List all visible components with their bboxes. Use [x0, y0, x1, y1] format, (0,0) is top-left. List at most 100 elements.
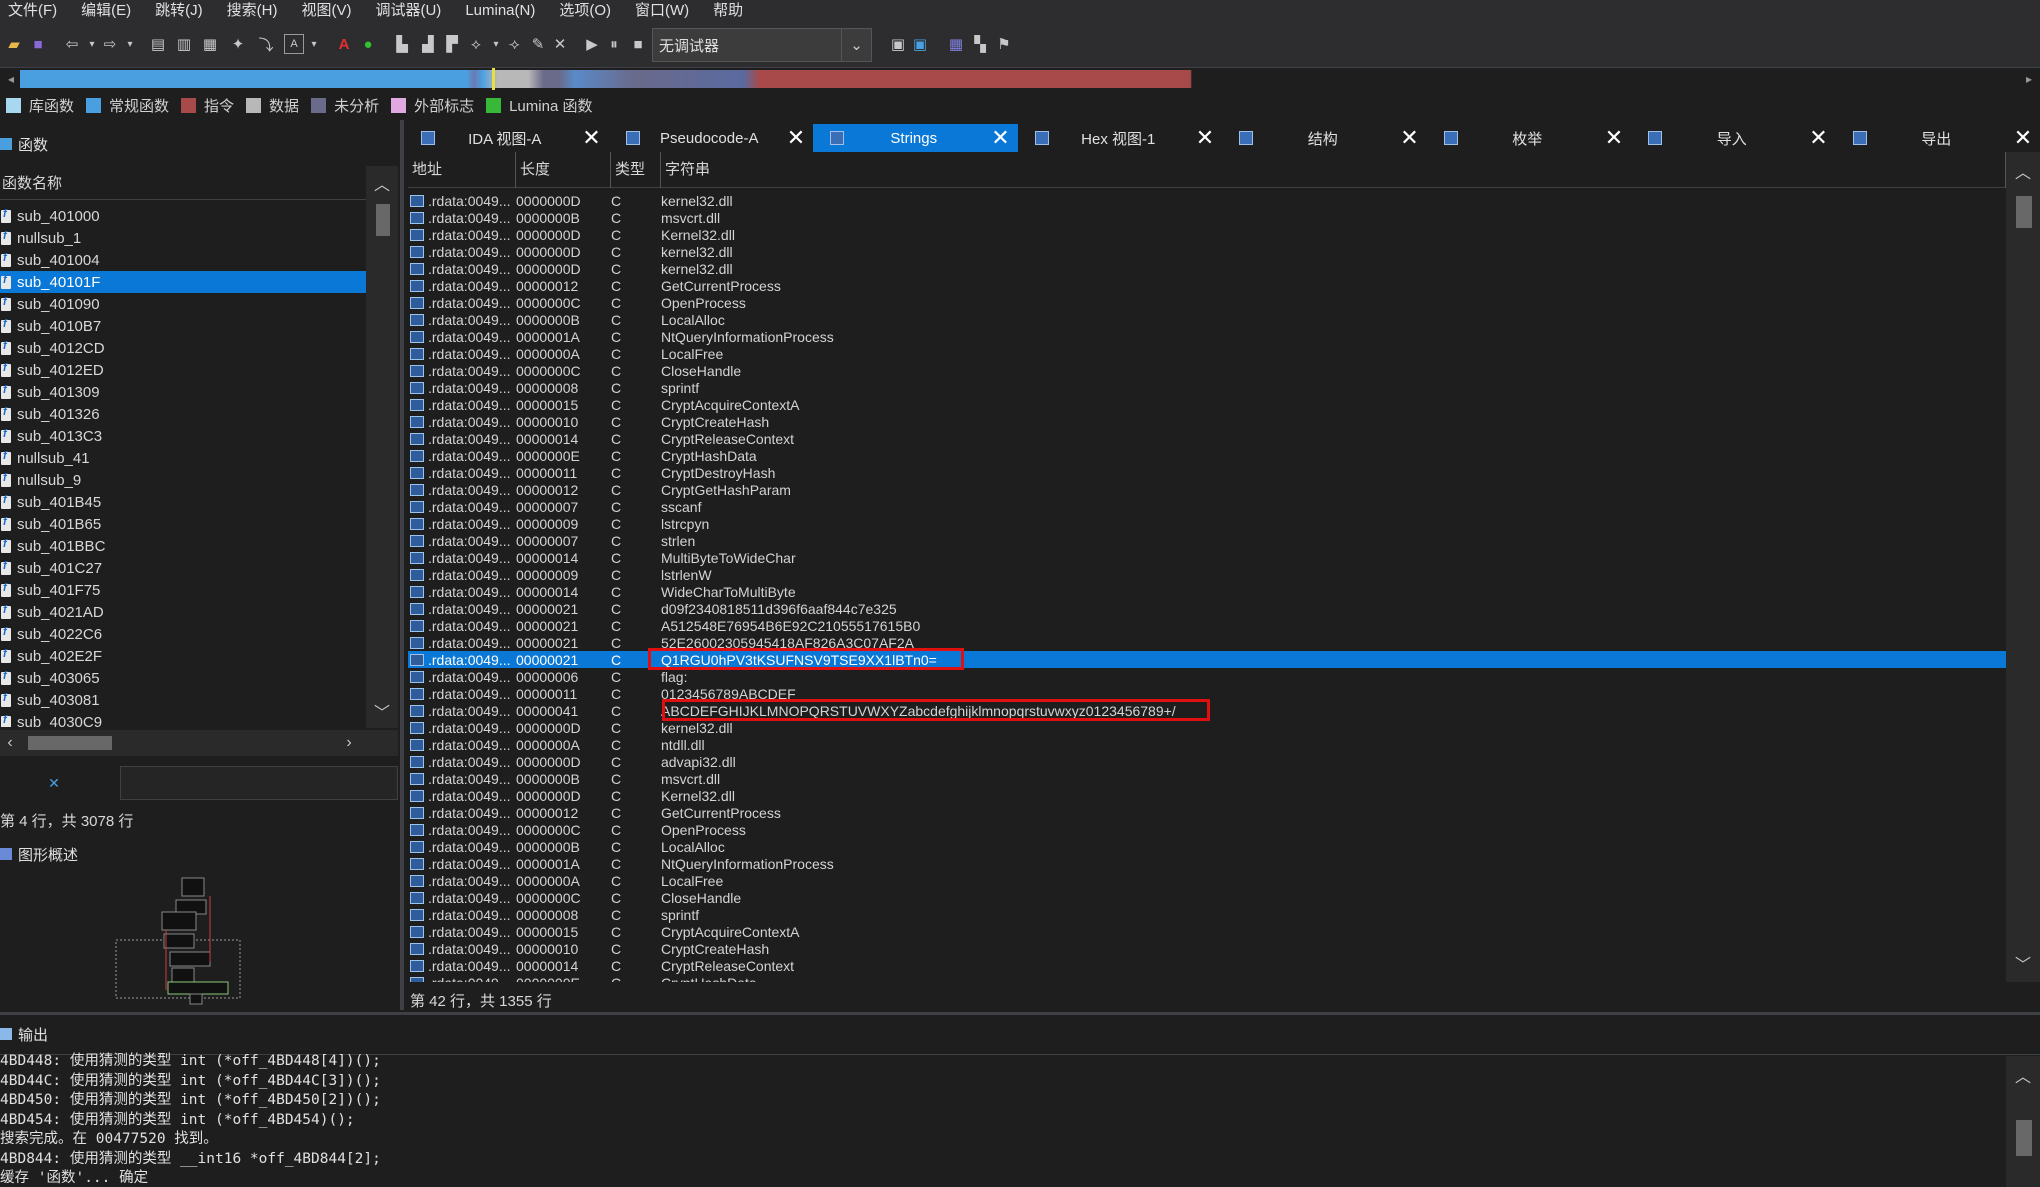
string-row[interactable]: .rdata:0049... 0000000D C Kernel32.dll [408, 226, 2006, 243]
function-row[interactable]: sub_401000 [0, 205, 366, 227]
navigation-band-bar[interactable] [20, 70, 1560, 88]
string-row[interactable]: .rdata:0049... 0000000D Cadvapi32.dll [408, 753, 2006, 770]
string-row[interactable]: .rdata:0049... 0000000D Ckernel32.dll [408, 719, 2006, 736]
function-row[interactable]: sub_4013C3 [0, 425, 366, 447]
string-row[interactable]: .rdata:0049... 0000000D Ckernel32.dll [408, 243, 2006, 260]
chevron-up-icon[interactable]: ︿ [2006, 1060, 2040, 1090]
string-row[interactable]: .rdata:0049... 0000001A C NtQueryInformatio… [408, 855, 2006, 872]
modules-icon[interactable]: ▚ [970, 34, 990, 54]
function-row[interactable]: sub_401C27 [0, 557, 366, 579]
chevron-up-icon[interactable]: ︿ [366, 166, 398, 200]
menu-item-0[interactable]: 文件(F) [0, 0, 73, 22]
strings-scroll-thumb[interactable] [2016, 196, 2032, 228]
string-row[interactable]: .rdata:0049... 00000015 C CryptAcquireConte… [408, 396, 2006, 413]
stop-icon[interactable]: ■ [628, 34, 648, 54]
tab-5[interactable]: 枚举 ✕ [1427, 124, 1632, 152]
string-row[interactable]: .rdata:0049... 0000000B C LocalAlloc [408, 838, 2006, 855]
string-row[interactable]: .rdata:0049... 00000009 Clstrcpyn [408, 515, 2006, 532]
function-row[interactable]: sub_401F75 [0, 579, 366, 601]
back-dropdown-icon[interactable]: ▾ [82, 34, 102, 54]
string-row[interactable]: .rdata:0049... 0000001A C NtQueryInformatio… [408, 328, 2006, 345]
output-vertical-scrollbar[interactable]: ︿ [2006, 1056, 2040, 1187]
tab-close-icon[interactable]: ✕ [1399, 124, 1421, 152]
string-row[interactable]: .rdata:0049... 00000012 C GetCurrentProcess [408, 277, 2006, 294]
tab-0[interactable]: IDA 视图-A ✕ [404, 124, 609, 152]
navigation-band[interactable]: ◂ ▸ [0, 68, 2040, 90]
string-row[interactable]: .rdata:0049... 00000011 C CryptDestroyHash [408, 464, 2006, 481]
strings-column-1[interactable]: 长度 [516, 152, 611, 188]
menu-item-1[interactable]: 编辑(E) [73, 0, 147, 22]
ida-icon[interactable]: A [334, 34, 354, 54]
tab-2[interactable]: Strings ✕ [813, 124, 1018, 152]
function-row[interactable]: sub_403065 [0, 667, 366, 689]
functions-scroll-thumb[interactable] [376, 204, 390, 236]
output-splitter[interactable] [0, 1012, 2040, 1015]
string-row[interactable]: .rdata:0049... 00000012 C GetCurrentProcess [408, 804, 2006, 821]
string-row[interactable]: .rdata:0049... 0000000A C LocalFree [408, 872, 2006, 889]
attach-icon[interactable]: ▣ [888, 34, 908, 54]
pause-icon[interactable]: ⏸ [604, 34, 624, 54]
function-row[interactable]: sub_4010B7 [0, 315, 366, 337]
functions-column-header[interactable]: 函数名称 [0, 166, 366, 200]
function-row[interactable]: sub_40101F [0, 271, 366, 293]
string-row[interactable]: .rdata:0049... 00000014 C CryptReleaseConte… [408, 957, 2006, 974]
string-row[interactable]: .rdata:0049... 0000000B Cmsvcrt.dll [408, 770, 2006, 787]
menu-item-7[interactable]: 选项(O) [551, 0, 627, 22]
string-row[interactable]: .rdata:0049... 00000012 C CryptGetHashParam [408, 481, 2006, 498]
function-row[interactable]: nullsub_1 [0, 227, 366, 249]
function-row[interactable]: sub_4012ED [0, 359, 366, 381]
segment-data-icon[interactable]: ▦ [200, 34, 220, 54]
string-row[interactable]: .rdata:0049... 00000008 Csprintf [408, 379, 2006, 396]
string-row[interactable]: .rdata:0049... 00000009 ClstrlenW [408, 566, 2006, 583]
menu-item-6[interactable]: Lumina(N) [457, 0, 551, 22]
string-row[interactable]: .rdata:0049... 0000000D Ckernel32.dll [408, 192, 2006, 209]
chevron-down-icon[interactable]: ﹀ [2006, 948, 2040, 978]
function-row[interactable]: sub_401BBC [0, 535, 366, 557]
function-row[interactable]: sub_4022C6 [0, 623, 366, 645]
tab-close-icon[interactable]: ✕ [1808, 124, 1830, 152]
breakpoint-dropdown-icon[interactable]: ▾ [486, 34, 506, 54]
tab-4[interactable]: 结构 ✕ [1222, 124, 1427, 152]
save-icon[interactable]: ■ [28, 34, 48, 54]
flag-icon[interactable]: ⚑ [994, 34, 1014, 54]
tab-close-icon[interactable]: ✕ [581, 124, 603, 152]
graph-overview[interactable] [0, 870, 398, 1010]
close-icon[interactable]: ✕ [550, 34, 570, 54]
string-row[interactable]: .rdata:0049... 00000015 C CryptAcquireConte… [408, 923, 2006, 940]
string-row[interactable]: .rdata:0049... 00000010 C CryptCreateHash [408, 413, 2006, 430]
strings-vertical-scrollbar[interactable]: ︿ ﹀ [2006, 152, 2040, 982]
chevron-down-icon[interactable]: ⌄ [841, 29, 871, 61]
string-row[interactable]: .rdata:0049... 00000007 Csscanf [408, 498, 2006, 515]
segment-icon[interactable]: ▤ [148, 34, 168, 54]
function-row[interactable]: sub_4030C9 [0, 711, 366, 727]
threads-icon[interactable]: ▦ [946, 34, 966, 54]
edit-icon[interactable]: ✎ [528, 34, 548, 54]
process-icon[interactable]: ▣ [910, 34, 930, 54]
string-row[interactable]: .rdata:0049... 0000000C C CloseHandle [408, 889, 2006, 906]
function-row[interactable]: sub_4012CD [0, 337, 366, 359]
functions-hscroll-thumb[interactable] [28, 736, 112, 750]
breakpoint-icon[interactable]: ⟡ [466, 34, 486, 54]
string-row[interactable]: .rdata:0049... 00000021 Cd09f2340818511d39… [408, 600, 2006, 617]
functions-horizontal-scrollbar[interactable]: ‹ › [0, 730, 398, 756]
tab-close-icon[interactable]: ✕ [2012, 124, 2034, 152]
function-row[interactable]: sub_401B65 [0, 513, 366, 535]
menu-item-4[interactable]: 视图(V) [293, 0, 367, 22]
output-scroll-thumb[interactable] [2016, 1120, 2032, 1156]
string-row[interactable]: .rdata:0049... 0000000C C OpenProcess [408, 821, 2006, 838]
graph-overview-canvas[interactable] [0, 870, 398, 1010]
tab-close-icon[interactable]: ✕ [990, 124, 1012, 152]
nav-right-icon[interactable]: ▸ [2022, 70, 2036, 88]
string-row[interactable]: .rdata:0049... 0000000E C CryptHashData [408, 447, 2006, 464]
tab-close-icon[interactable]: ✕ [1603, 124, 1625, 152]
menu-item-2[interactable]: 跳转(J) [147, 0, 219, 22]
forward-icon[interactable]: ⇨ [100, 34, 120, 54]
forward-dropdown-icon[interactable]: ▾ [120, 34, 140, 54]
string-row[interactable]: .rdata:0049... 00000008 Csprintf [408, 906, 2006, 923]
menu-item-5[interactable]: 调试器(U) [367, 0, 457, 22]
function-row[interactable]: sub_401B45 [0, 491, 366, 513]
left-right-splitter[interactable] [400, 120, 404, 1010]
string-row[interactable]: .rdata:0049... 0000000C C CloseHandle [408, 362, 2006, 379]
trace-icon[interactable]: ⟢ [504, 34, 524, 54]
tab-3[interactable]: Hex 视图-1 ✕ [1018, 124, 1223, 152]
